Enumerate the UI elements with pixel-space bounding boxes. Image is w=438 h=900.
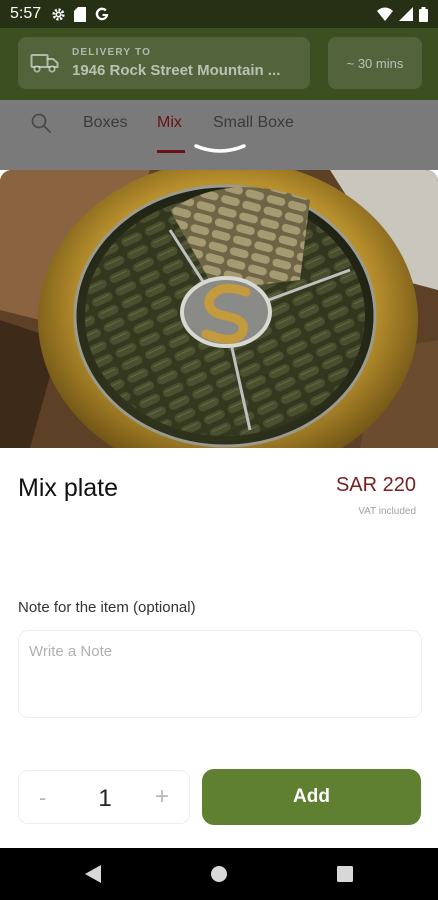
active-tab-indicator xyxy=(157,150,185,153)
decrease-quantity-button[interactable]: - xyxy=(39,785,46,811)
home-icon[interactable] xyxy=(210,865,228,883)
product-image xyxy=(0,170,438,448)
system-navigation-bar xyxy=(0,848,438,900)
recents-icon[interactable] xyxy=(337,866,353,882)
product-price: SAR 220 xyxy=(335,474,416,496)
status-icons-right xyxy=(377,6,428,22)
delivery-texts: DELIVERY TO 1946 Rock Street Mountain ..… xyxy=(72,47,280,79)
gear-icon xyxy=(52,7,65,21)
tab-boxes[interactable]: Boxes xyxy=(83,114,127,132)
header: DELIVERY TO 1946 Rock Street Mountain ..… xyxy=(0,28,438,100)
note-input[interactable] xyxy=(18,630,422,718)
status-time: 5:57 xyxy=(10,5,42,22)
sd-card-icon xyxy=(74,6,87,22)
status-bar: 5:57 xyxy=(0,0,438,28)
note-label: Note for the item (optional) xyxy=(18,599,196,616)
quantity-stepper: 1 - + xyxy=(18,770,190,824)
truck-icon xyxy=(30,54,59,73)
google-icon xyxy=(95,7,109,21)
chevron-down-icon[interactable] xyxy=(193,142,247,156)
delivery-address-selector[interactable]: DELIVERY TO 1946 Rock Street Mountain ..… xyxy=(18,37,310,89)
increase-quantity-button[interactable]: + xyxy=(155,783,169,811)
delivery-label: DELIVERY TO xyxy=(72,47,152,58)
delivery-eta[interactable]: ~ 30 mins xyxy=(328,37,422,89)
signal-icon xyxy=(399,7,413,21)
delivery-address: 1946 Rock Street Mountain ... xyxy=(72,62,281,79)
product-title: Mix plate xyxy=(18,474,119,502)
category-tabs: Boxes Mix Small Boxe xyxy=(0,100,438,170)
add-to-cart-button[interactable]: Add xyxy=(202,769,421,825)
back-icon[interactable] xyxy=(84,864,102,884)
battery-icon xyxy=(419,6,428,22)
vat-note: VAT included xyxy=(358,506,416,517)
search-icon[interactable] xyxy=(30,112,52,134)
tab-mix[interactable]: Mix xyxy=(157,114,182,132)
tab-small-boxes[interactable]: Small Boxe xyxy=(213,114,294,132)
wifi-icon xyxy=(377,7,393,21)
status-icons-left xyxy=(51,6,110,22)
